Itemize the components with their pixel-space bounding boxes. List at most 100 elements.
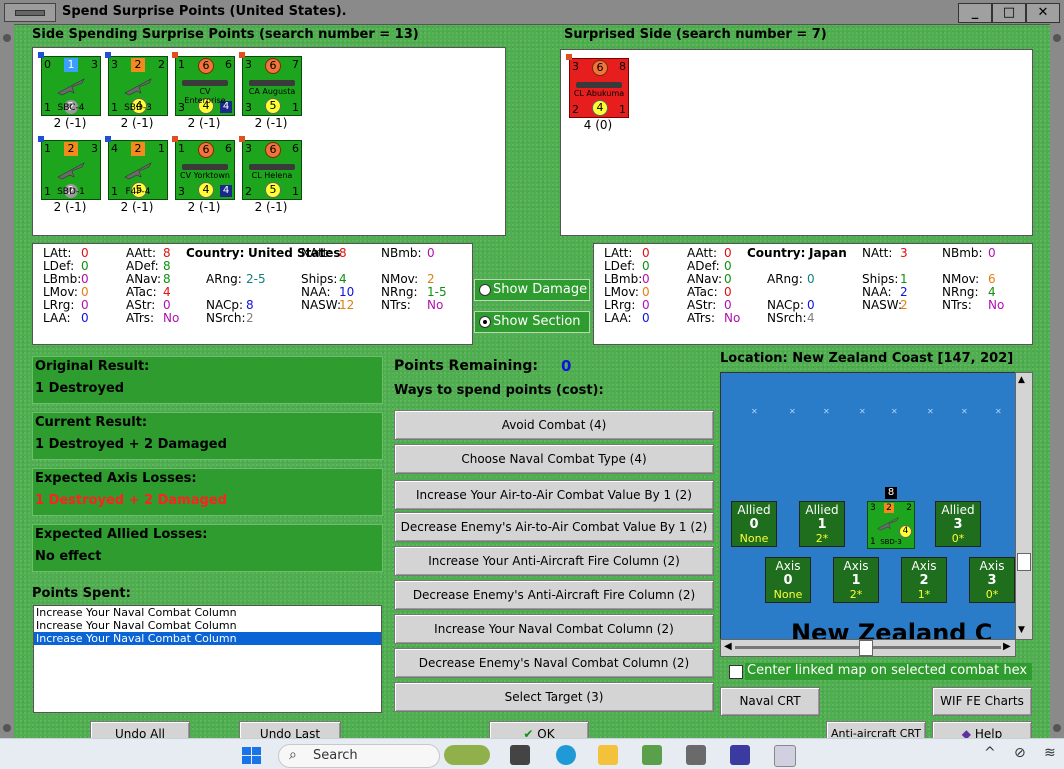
counter-value-tl: 1	[178, 142, 185, 155]
show-damage-radio[interactable]: Show Damage	[474, 279, 590, 301]
file-explorer-icon[interactable]	[598, 745, 618, 765]
widgets-icon[interactable]	[444, 745, 490, 765]
stat-l2: AStr:	[687, 298, 717, 312]
stats-panel-japan: LAtt: 0 AAtt: 0 NAtt: 3 NBmb: 0 LDef: 0 ADef: 0 LBmb…	[593, 243, 1033, 345]
counter-unit-name: SBC-4	[57, 103, 85, 113]
task-view-icon[interactable]	[510, 745, 530, 765]
action-button[interactable]: Decrease Enemy's Anti-Aircraft Fire Colu…	[394, 580, 714, 610]
allied-hex-cell[interactable]: Allied 1 2*	[799, 501, 845, 547]
stat-v2: 0	[724, 246, 732, 260]
map-vertical-scrollbar[interactable]: ▲ ▼	[1015, 372, 1033, 640]
list-item[interactable]: Increase Your Naval Combat Column	[34, 632, 381, 645]
show-section-radio[interactable]: Show Section	[474, 311, 590, 333]
system-menu-button[interactable]	[4, 3, 56, 22]
unit-counter[interactable]: 0 3 1 1 2 SBC-4	[38, 52, 101, 116]
map-horizontal-thumb[interactable]	[859, 640, 873, 656]
points-remaining-label: Points Remaining:	[394, 358, 539, 374]
snipping-tool-icon[interactable]	[774, 745, 796, 767]
action-button[interactable]: Increase Your Naval Combat Column (2)	[394, 614, 714, 644]
allied-hex-cell[interactable]: Allied 3 0*	[935, 501, 981, 547]
country-label: Country:	[186, 246, 245, 260]
action-button[interactable]: Increase Your Air-to-Air Combat Value By…	[394, 480, 714, 510]
stat-l1: LAA:	[604, 311, 632, 325]
current-result-box: Current Result: 1 Destroyed + 2 Damaged	[32, 412, 383, 460]
right-frame	[1050, 24, 1064, 744]
stat-l1: LMov:	[43, 285, 78, 299]
unit-counter[interactable]: 1 6 3 6 4 4 CV Yorktown	[172, 136, 235, 200]
unit-counter[interactable]: 3 8 2 1 6 4 CL Abukuma	[566, 54, 629, 118]
unit-counter[interactable]: 3 7 3 1 6 5 CA Augusta	[239, 52, 302, 116]
unit-counter[interactable]: 1 6 3 6 4 4 CV Enterprise	[172, 52, 235, 116]
axis-hex-cell[interactable]: Axis 2 1*	[901, 557, 947, 603]
counter-value-bl: 3	[245, 101, 252, 114]
stat-l3: NSrch:	[206, 311, 246, 325]
current-result-value: 1 Destroyed + 2 Damaged	[35, 437, 227, 452]
scroll-down-arrow-icon[interactable]: ▼	[1018, 625, 1025, 635]
stat-v3: 8	[246, 298, 254, 312]
notepad-icon[interactable]	[642, 745, 662, 765]
location-label: Location: New Zealand Coast [147, 202]	[720, 351, 1014, 366]
axis-hex-cell[interactable]: Axis 1 2*	[833, 557, 879, 603]
axis-hex-cell[interactable]: Axis 3 0*	[969, 557, 1015, 603]
counter-value-top: 2	[884, 503, 894, 513]
unit-counter[interactable]: 3 6 2 1 6 5 CL Helena	[239, 136, 302, 200]
sea-marker-icon: ✕	[859, 407, 866, 416]
action-button[interactable]: Decrease Enemy's Air-to-Air Combat Value…	[394, 512, 714, 542]
unit-counter[interactable]: 1 3 1 2 2 SBD-1	[38, 136, 101, 200]
calculator-icon[interactable]	[686, 745, 706, 765]
unit-counter[interactable]: 3 2 1 2 4 SBD-3	[105, 52, 168, 116]
wifi-icon[interactable]: ≋	[1044, 745, 1056, 761]
sea-marker-icon: ✕	[961, 407, 968, 416]
expected-axis-losses-box: Expected Axis Losses: 1 Destroyed + 2 Da…	[32, 468, 383, 516]
action-button[interactable]: Select Target (3)	[394, 682, 714, 712]
action-button[interactable]: Decrease Enemy's Naval Combat Column (2)	[394, 648, 714, 678]
list-item[interactable]: Increase Your Naval Combat Column	[34, 619, 381, 632]
windows-start-icon[interactable]	[242, 747, 262, 765]
hex-cell-c: 1*	[917, 588, 931, 601]
tray-chevron-icon[interactable]: ^	[984, 745, 996, 761]
game-app-icon[interactable]	[730, 745, 750, 765]
center-map-checkbox[interactable]	[729, 665, 743, 679]
scroll-up-arrow-icon[interactable]: ▲	[1018, 375, 1025, 385]
taskbar-search-box[interactable]: ⌕ Search	[278, 744, 440, 768]
stat-l5: NMov:	[942, 272, 980, 286]
points-spent-list[interactable]: Increase Your Naval Combat Column Increas…	[33, 605, 382, 713]
action-button[interactable]: Choose Naval Combat Type (4)	[394, 444, 714, 474]
action-button[interactable]: Avoid Combat (4)	[394, 410, 714, 440]
stat-v2: 0	[163, 298, 171, 312]
action-button[interactable]: Increase Your Anti-Aircraft Fire Column …	[394, 546, 714, 576]
combat-hex-map[interactable]: New Zealand C ✕ ✕ ✕ ✕ ✕ ✕ ✕ ✕ Allied 0 None Allied 1…	[720, 372, 1016, 640]
counter-value-top: 6	[198, 58, 214, 74]
stat-l2: AStr:	[126, 298, 156, 312]
scroll-right-arrow-icon[interactable]: ▶	[1003, 641, 1011, 652]
naval-crt-button[interactable]: Naval CRT	[720, 687, 820, 716]
map-vertical-thumb[interactable]	[1017, 553, 1031, 571]
maximize-button[interactable]: □	[992, 3, 1026, 23]
stat-v5: 4	[988, 285, 996, 299]
stat-v4: 10	[339, 285, 355, 299]
stat-l3: ARng:	[206, 272, 242, 286]
counter-value-tr: 6	[225, 142, 232, 155]
axis-hex-cell[interactable]: Axis 0 None	[765, 557, 811, 603]
stat-l2: ATac:	[126, 285, 157, 299]
unit-caption: 2 (-1)	[120, 116, 154, 130]
stat-v2: No	[724, 311, 741, 325]
map-horizontal-scrollbar[interactable]: ◀ ▶	[720, 639, 1016, 657]
close-button[interactable]: ✕	[1026, 3, 1060, 23]
minimize-button[interactable]: _	[958, 3, 992, 23]
edge-browser-icon[interactable]	[556, 745, 576, 765]
counter-value-mid: 4	[198, 182, 214, 198]
allied-hex-cell[interactable]: Allied 0 None	[731, 501, 777, 547]
counter-value-tl: 3	[245, 58, 252, 71]
unit-marker-icon	[172, 52, 178, 58]
unit-counter[interactable]: 4 1 1 2 5 F4F-4	[105, 136, 168, 200]
counter-value-tl: 3	[245, 142, 252, 155]
network-icon[interactable]: ⊘	[1014, 745, 1026, 761]
stat-l1: LDef:	[604, 259, 636, 273]
selected-unit-counter[interactable]: 3 2 1 2 4 SBD-3	[867, 501, 915, 549]
scroll-left-arrow-icon[interactable]: ◀	[724, 641, 732, 652]
wif-fe-charts-button[interactable]: WIF FE Charts	[932, 687, 1032, 716]
list-item[interactable]: Increase Your Naval Combat Column	[34, 606, 381, 619]
hex-cell-a: Axis	[979, 559, 1005, 573]
stat-v1: 0	[81, 259, 89, 273]
